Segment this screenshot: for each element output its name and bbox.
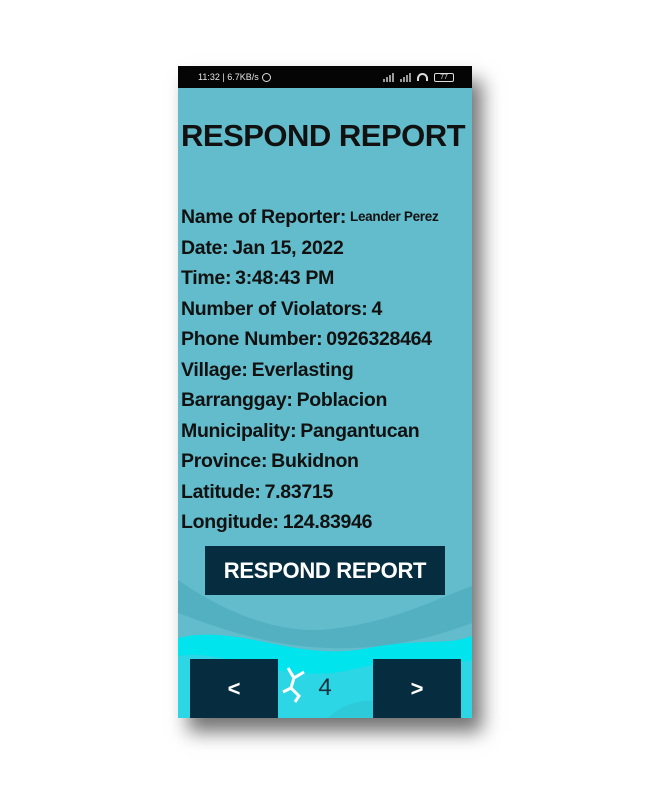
status-time: 11:32 | 6.7KB/s [198,66,271,88]
violators-row: Number of Violators: 4 [181,298,471,329]
province-value: Bukidnon [271,450,359,472]
reporter-label: Name of Reporter: [181,206,347,228]
time-value: 3:48:43 PM [235,267,335,289]
date-row: Date: Jan 15, 2022 [181,237,471,268]
province-label: Province: [181,450,268,472]
municipality-label: Municipality: [181,419,297,442]
alarm-icon [261,73,271,83]
date-label: Date: [181,236,229,259]
province-row: Province: Bukidnon [181,450,471,481]
report-details: Name of Reporter: Leander Perez Date: Ja… [181,206,471,542]
signal-icon-2 [400,72,411,82]
battery-level: 77 [440,73,448,81]
barangay-row: Barranggay: Poblacion [181,389,471,420]
phone-row: Phone Number: 0926328464 [181,328,471,359]
time-label: Time: [181,267,232,289]
violators-label: Number of Violators: [181,297,368,320]
date-value: Jan 15, 2022 [232,236,344,259]
status-time-text: 11:32 | 6.7KB/s [198,72,259,82]
latitude-value: 7.83715 [264,480,334,503]
page-number: 4 [318,674,332,701]
barangay-label: Barranggay: [181,389,293,411]
latitude-row: Latitude: 7.83715 [181,481,471,512]
status-icons: 77 [383,66,454,88]
respond-report-button[interactable]: RESPOND REPORT [205,546,445,595]
phone-value: 0926328464 [326,328,432,350]
longitude-label: Longitude: [181,511,279,533]
violators-value: 4 [371,297,383,320]
barangay-value: Poblacion [296,389,388,411]
municipality-value: Pangantucan [300,419,420,442]
status-bar: 11:32 | 6.7KB/s 77 [178,66,472,88]
municipality-row: Municipality: Pangantucan [181,420,471,451]
prev-page-button[interactable]: < [190,659,278,718]
village-label: Village: [181,358,248,381]
longitude-value: 124.83946 [282,511,373,533]
page-title: RESPOND REPORT [181,118,466,153]
latitude-label: Latitude: [181,480,261,503]
battery-icon: 77 [434,72,454,82]
village-value: Everlasting [251,358,354,381]
report-card: RESPOND REPORT Name of Reporter: Leander… [178,88,472,718]
longitude-row: Longitude: 124.83946 [181,511,471,542]
wifi-icon [417,73,428,81]
next-page-button[interactable]: > [373,659,461,718]
reporter-value: Leander Perez [350,209,439,224]
village-row: Village: Everlasting [181,359,471,390]
phone-label: Phone Number: [181,328,323,350]
reporter-row: Name of Reporter: Leander Perez [181,206,471,237]
signal-icon [383,72,394,82]
time-row: Time: 3:48:43 PM [181,267,471,298]
phone-screen: 11:32 | 6.7KB/s 77 RESPOND REPORT Name o… [178,66,472,718]
